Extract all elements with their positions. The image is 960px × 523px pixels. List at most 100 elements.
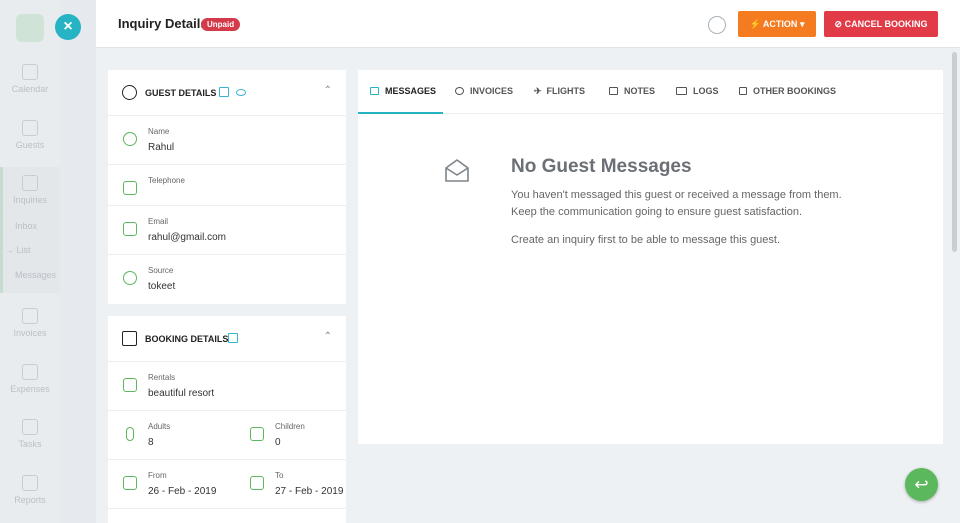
tabs-panel: MESSAGES INVOICES ✈ FLIGHTS NOTES LOGS OT…	[358, 70, 943, 444]
sidebar-item-label: Invoices	[13, 328, 47, 338]
share-icon	[123, 271, 137, 285]
sidebar: Calendar Guests Inquiries Inbox → List M…	[0, 0, 60, 523]
sidebar-item-calendar[interactable]: Calendar	[0, 64, 60, 94]
booking-details-header[interactable]: BOOKING DETAILS ⌃	[108, 316, 346, 362]
tab-other-bookings[interactable]: OTHER BOOKINGS	[739, 86, 836, 96]
arrow-right-icon: →	[5, 245, 14, 255]
phone-icon	[123, 181, 137, 195]
expenses-icon	[22, 364, 38, 380]
field-rentals: Rentals beautiful resort	[108, 362, 346, 411]
sidebar-item-expenses[interactable]: Expenses	[0, 364, 60, 394]
sidebar-item-invoices[interactable]: Invoices	[0, 308, 60, 338]
modal-header: Inquiry Details Unpaid ⚡ ACTION ▾ ⊘ CANC…	[96, 0, 960, 48]
field-value: 8	[148, 437, 154, 448]
field-label: Adults	[148, 422, 171, 431]
child-icon	[250, 427, 264, 441]
field-label: Source	[148, 266, 174, 275]
calendar-check-icon	[122, 331, 137, 346]
eye-icon[interactable]	[236, 89, 246, 96]
sidebar-item-label: Inquiries	[12, 195, 48, 205]
empty-state-hint: Create an inquiry first to be able to me…	[511, 234, 781, 246]
tab-label: MESSAGES	[385, 86, 437, 96]
sidebar-item-label: Calendar	[11, 84, 49, 94]
sidebar-item-inquiries[interactable]: Inquiries	[0, 175, 60, 205]
sidebar-item-reports[interactable]: Reports	[0, 475, 60, 505]
empty-state-text: Keep the communication going to ensure g…	[511, 206, 803, 218]
sidebar-sub-messages[interactable]: Messages	[15, 270, 56, 280]
tab-logs[interactable]: LOGS	[676, 86, 719, 96]
calendar-icon	[250, 476, 264, 490]
guest-details-header[interactable]: GUEST DETAILS ⌃	[108, 70, 346, 116]
tab-messages[interactable]: MESSAGES	[370, 86, 436, 96]
action-button[interactable]: ⚡ ACTION ▾	[738, 11, 816, 37]
field-label: Name	[148, 127, 170, 136]
guests-icon	[22, 120, 38, 136]
field-email: Email rahul@gmail.com	[108, 206, 346, 255]
sidebar-item-label: Tasks	[18, 439, 42, 449]
tab-label: FLIGHTS	[546, 86, 586, 96]
plane-icon: ✈	[534, 86, 542, 96]
ban-icon: ⊘	[834, 19, 843, 29]
action-label: ACTION	[762, 19, 798, 29]
tab-label: INVOICES	[470, 86, 514, 96]
field-value: rahul@gmail.com	[148, 232, 226, 243]
chevron-up-icon[interactable]: ⌃	[324, 331, 332, 342]
reports-icon	[22, 475, 38, 491]
sidebar-sub-inbox[interactable]: Inbox	[15, 221, 37, 231]
field-telephone: Telephone	[108, 165, 346, 206]
empty-state-text: You haven't messaged this guest or recei…	[511, 189, 842, 201]
tab-invoices[interactable]: INVOICES	[455, 86, 513, 96]
section-heading: BOOKING DETAILS	[145, 334, 229, 344]
book-icon	[676, 87, 687, 95]
caret-down-icon: ▾	[799, 19, 805, 29]
scrollbar[interactable]	[952, 52, 957, 252]
section-heading: GUEST DETAILS	[145, 88, 217, 98]
calendar-check-icon	[739, 87, 747, 95]
calendar-icon	[22, 64, 38, 80]
envelope-icon	[123, 222, 137, 236]
sidebar-sub-list[interactable]: → List	[5, 245, 31, 255]
app-logo	[16, 14, 44, 42]
edit-icon[interactable]	[219, 87, 229, 97]
field-source: Source tokeet	[108, 255, 346, 304]
invoices-icon	[22, 308, 38, 324]
field-label: Children	[275, 422, 305, 431]
edit-icon[interactable]	[228, 333, 238, 343]
tab-label: NOTES	[624, 86, 656, 96]
close-modal-button[interactable]: ×	[55, 14, 81, 40]
field-label: To	[275, 471, 284, 480]
guest-details-card: GUEST DETAILS ⌃ Name Rahul Telephone Ema…	[108, 70, 346, 304]
field-label: Telephone	[148, 176, 185, 185]
status-toggle[interactable]	[708, 16, 726, 34]
reply-icon: ↩	[914, 475, 929, 494]
inquiry-modal: Inquiry Details Unpaid ⚡ ACTION ▾ ⊘ CANC…	[96, 0, 960, 523]
chevron-up-icon[interactable]: ⌃	[324, 85, 332, 96]
notes-icon	[609, 87, 618, 95]
user-icon	[123, 132, 137, 146]
field-value: 0	[275, 437, 281, 448]
tab-notes[interactable]: NOTES	[609, 86, 655, 96]
building-icon	[123, 378, 137, 392]
reply-fab-button[interactable]: ↩	[905, 468, 938, 501]
sidebar-item-label: Guests	[15, 140, 45, 150]
cancel-booking-button[interactable]: ⊘ CANCEL BOOKING	[824, 11, 938, 37]
page-title: Inquiry Details	[118, 16, 208, 31]
empty-state-title: No Guest Messages	[511, 156, 692, 177]
tab-flights[interactable]: ✈ FLIGHTS	[534, 86, 585, 97]
active-tab-indicator	[358, 112, 443, 114]
sidebar-item-tasks[interactable]: Tasks	[0, 419, 60, 449]
cancel-label: CANCEL BOOKING	[844, 19, 928, 29]
field-label: Email	[148, 217, 169, 226]
field-value: beautiful resort	[148, 388, 215, 399]
field-label: From	[148, 471, 167, 480]
field-name: Name Rahul	[108, 116, 346, 165]
tab-label: OTHER BOOKINGS	[753, 86, 837, 96]
sidebar-item-guests[interactable]: Guests	[0, 120, 60, 150]
dollar-icon	[455, 87, 464, 95]
background-content	[60, 0, 96, 523]
close-icon: ×	[63, 18, 73, 35]
envelope-icon	[370, 87, 379, 95]
bolt-icon: ⚡	[749, 19, 761, 29]
field-label: Rentals	[148, 373, 176, 382]
sidebar-item-label: Reports	[14, 495, 46, 505]
